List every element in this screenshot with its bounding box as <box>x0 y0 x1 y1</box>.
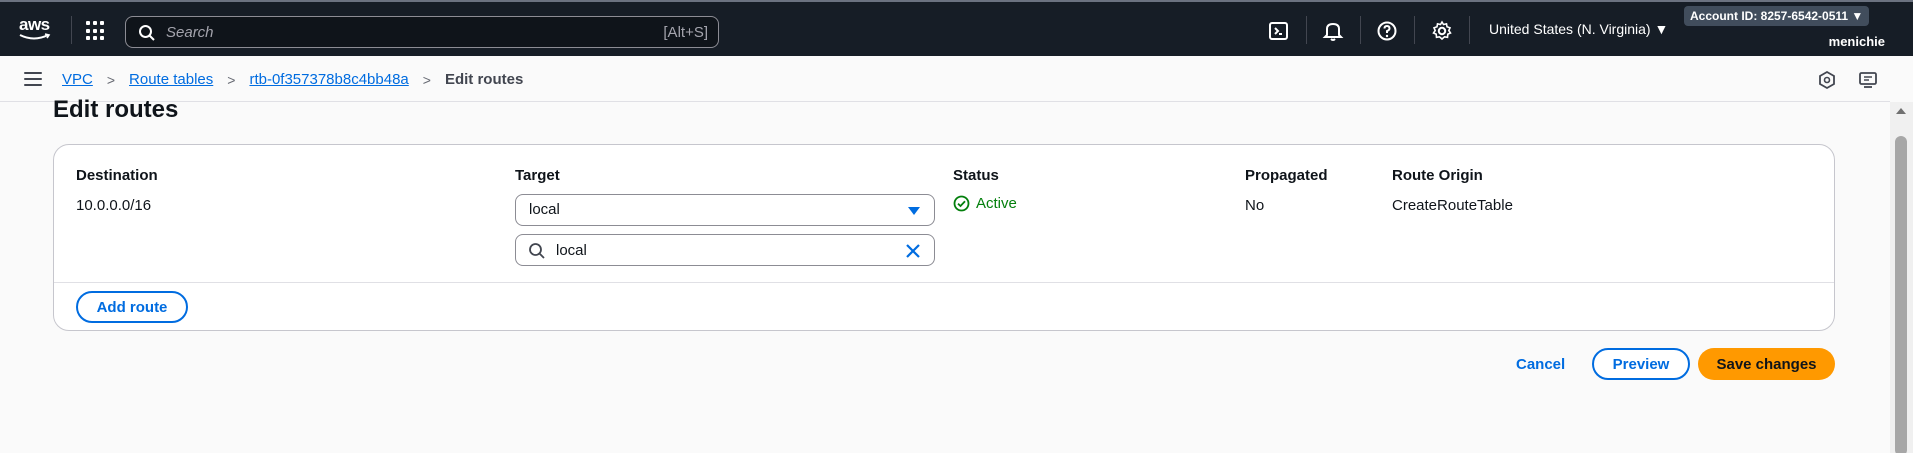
check-circle-icon <box>953 195 970 212</box>
target-filter-value: local <box>556 242 587 259</box>
nav-divider <box>71 16 72 44</box>
add-route-button[interactable]: Add route <box>76 291 188 323</box>
target-select-value: local <box>529 201 560 218</box>
notifications-shape-icon[interactable] <box>1817 70 1837 90</box>
column-header-status: Status <box>953 167 999 184</box>
target-filter-input[interactable]: local <box>515 234 935 266</box>
search-shortcut: [Alt+S] <box>663 24 708 41</box>
nav-divider <box>1469 16 1470 44</box>
column-header-propagated: Propagated <box>1245 167 1328 184</box>
aws-logo[interactable]: aws <box>18 13 54 43</box>
cancel-button[interactable]: Cancel <box>1516 356 1565 373</box>
breadcrumb-current: Edit routes <box>444 71 524 88</box>
username[interactable]: menichie <box>1829 34 1885 49</box>
nav-divider <box>1306 16 1307 44</box>
search-icon <box>529 243 545 259</box>
chevron-right-icon: > <box>106 71 116 88</box>
routes-container: Destination Target Status Propagated Rou… <box>53 144 1835 331</box>
chevron-right-icon: > <box>227 71 236 88</box>
search-input[interactable]: Search [Alt+S] <box>125 16 719 48</box>
aws-logo-text: aws <box>19 15 50 34</box>
breadcrumb-vpc[interactable]: VPC <box>62 71 93 88</box>
divider <box>54 282 1834 283</box>
caret-down-icon <box>908 207 920 215</box>
search-icon <box>139 25 155 41</box>
column-header-target: Target <box>515 167 560 184</box>
feedback-icon[interactable] <box>1858 70 1878 90</box>
chevron-right-icon: > <box>422 71 431 88</box>
target-select[interactable]: local <box>515 194 935 226</box>
destination-value: 10.0.0.0/16 <box>76 197 152 214</box>
vertical-scrollbar[interactable] <box>1890 102 1913 453</box>
nav-divider <box>1414 16 1415 44</box>
status-text: Active <box>976 195 1017 212</box>
cloudshell-icon[interactable] <box>1268 20 1290 42</box>
help-icon[interactable] <box>1376 20 1398 42</box>
save-changes-button[interactable]: Save changes <box>1698 348 1835 380</box>
scrollbar-thumb[interactable] <box>1895 136 1907 453</box>
propagated-value: No <box>1245 197 1265 214</box>
preview-button[interactable]: Preview <box>1592 348 1690 380</box>
region-selector[interactable]: United States (N. Virginia) ▼ <box>1489 21 1668 37</box>
page-title: Edit routes <box>53 96 179 123</box>
bell-icon[interactable] <box>1322 20 1344 42</box>
column-header-route-origin: Route Origin <box>1392 167 1483 184</box>
clear-icon[interactable] <box>904 242 922 260</box>
route-origin-value: CreateRouteTable <box>1392 197 1513 214</box>
column-header-destination: Destination <box>76 167 158 184</box>
top-navigation: aws Search [Alt+S] United States (N. Vir… <box>0 0 1913 56</box>
breadcrumb-route-table-id[interactable]: rtb-0f357378b8c4bb48a <box>249 71 408 88</box>
search-placeholder: Search <box>166 24 214 41</box>
status-indicator: Active <box>953 195 1017 212</box>
services-grid-icon[interactable] <box>86 21 106 41</box>
breadcrumb-route-tables[interactable]: Route tables <box>129 71 213 88</box>
account-menu[interactable]: Account ID: 8257-6542-0511 ▼ <box>1684 6 1870 26</box>
menu-icon[interactable] <box>24 72 42 88</box>
scroll-up-arrow-icon[interactable] <box>1896 108 1906 114</box>
breadcrumb: VPC > Route tables > rtb-0f357378b8c4bb4… <box>62 71 523 88</box>
nav-divider <box>1360 16 1361 44</box>
settings-icon[interactable] <box>1431 20 1453 42</box>
breadcrumb-bar: VPC > Route tables > rtb-0f357378b8c4bb4… <box>0 58 1890 102</box>
